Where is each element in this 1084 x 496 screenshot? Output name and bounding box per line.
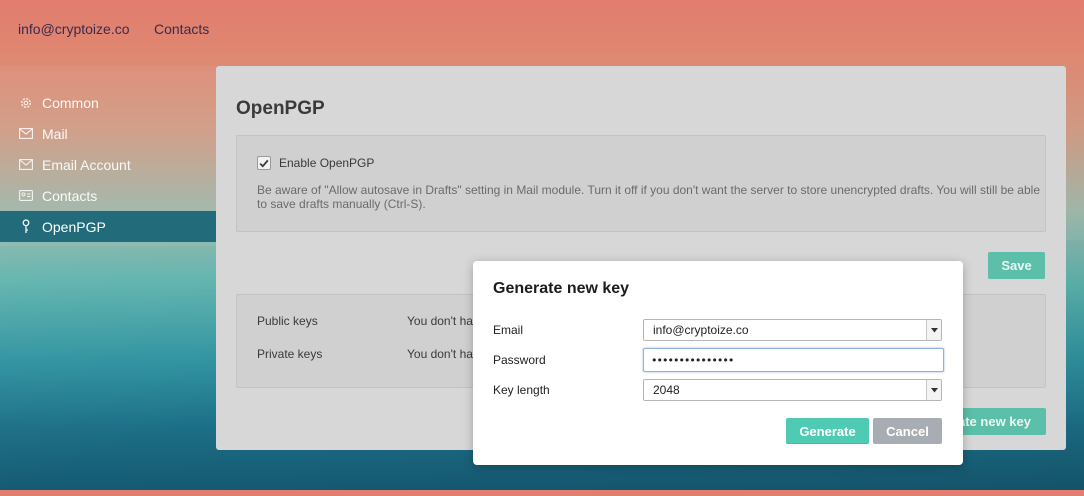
dialog-title: Generate new key: [493, 280, 630, 297]
autosave-hint: Be aware of "Allow autosave in Drafts" s…: [257, 183, 1040, 211]
key-length-value: 2048: [653, 383, 680, 397]
public-keys-value: You don't ha: [407, 314, 473, 328]
private-keys-label: Private keys: [257, 347, 323, 361]
password-label: Password: [493, 353, 546, 367]
public-keys-label: Public keys: [257, 314, 318, 328]
sidebar-item-contacts[interactable]: Contacts: [0, 180, 216, 211]
sidebar-item-label: OpenPGP: [42, 218, 106, 235]
save-button[interactable]: Save: [988, 252, 1045, 279]
generate-key-dialog: Generate new key Email info@cryptoize.co…: [473, 261, 963, 465]
key-length-select[interactable]: 2048: [643, 379, 942, 401]
generate-button[interactable]: Generate: [786, 418, 869, 444]
enable-openpgp-checkbox[interactable]: [257, 156, 271, 170]
email-label: Email: [493, 323, 524, 337]
sidebar-item-mail[interactable]: Mail: [0, 118, 216, 149]
sidebar-item-common[interactable]: Common: [0, 87, 216, 118]
sidebar-item-email-account[interactable]: Email Account: [0, 149, 216, 180]
cancel-button[interactable]: Cancel: [873, 418, 942, 444]
sidebar-item-label: Common: [42, 94, 99, 111]
enable-openpgp-section: Enable OpenPGP Be aware of "Allow autosa…: [236, 135, 1046, 232]
dropdown-arrow-icon: [926, 320, 941, 340]
sidebar-item-openpgp[interactable]: OpenPGP: [0, 211, 216, 242]
private-keys-value: You don't ha: [407, 347, 473, 361]
email-select-value: info@cryptoize.co: [653, 323, 749, 337]
gear-icon: [19, 96, 33, 110]
sidebar-item-label: Email Account: [42, 156, 131, 173]
envelope-icon: [19, 127, 33, 141]
sidebar-item-label: Contacts: [42, 187, 98, 204]
key-icon: [19, 219, 33, 234]
envelope-icon: [19, 158, 33, 172]
contact-card-icon: [19, 189, 33, 203]
dropdown-arrow-icon: [926, 380, 941, 400]
settings-sidebar: Common Mail Email Account Contacts OpenP…: [0, 66, 216, 496]
enable-openpgp-label[interactable]: Enable OpenPGP: [279, 156, 374, 170]
password-field[interactable]: [643, 348, 944, 372]
key-length-label: Key length: [493, 383, 550, 397]
checkmark-icon: [259, 159, 269, 168]
email-select[interactable]: info@cryptoize.co: [643, 319, 942, 341]
page-title: OpenPGP: [236, 98, 325, 119]
contacts-link[interactable]: Contacts: [154, 21, 209, 37]
sidebar-item-label: Mail: [42, 125, 68, 142]
top-bar: info@cryptoize.co Contacts: [0, 0, 1084, 58]
account-link[interactable]: info@cryptoize.co: [18, 21, 129, 37]
